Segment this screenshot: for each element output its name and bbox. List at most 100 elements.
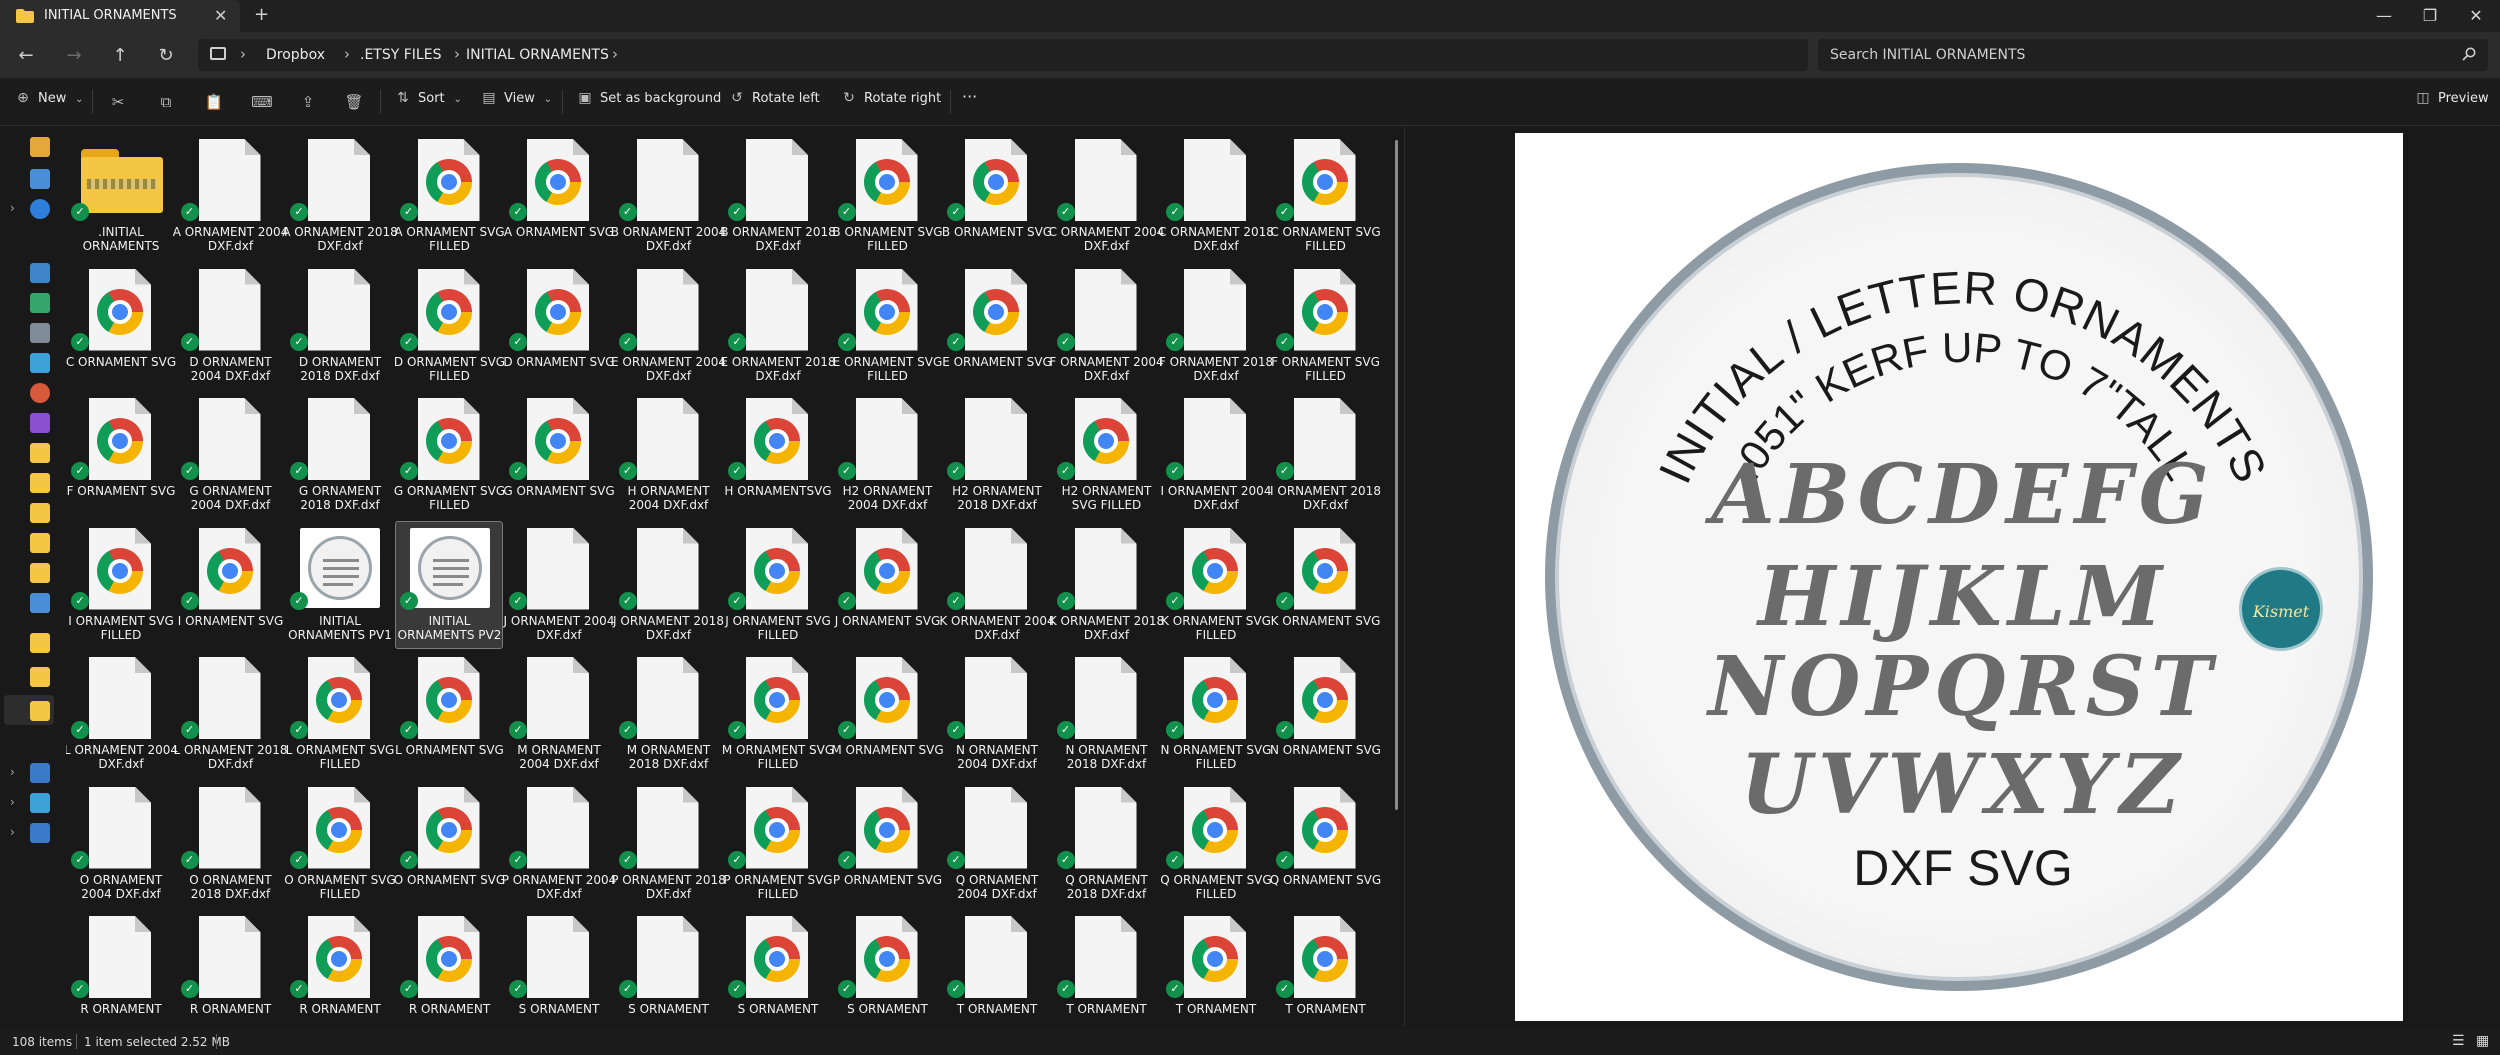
file-item[interactable]: ✓ Q ORNAMENT 2004 DXF.dxf: [942, 780, 1050, 908]
documents-icon[interactable]: [30, 323, 50, 343]
file-item[interactable]: ✓ K ORNAMENT SVG FILLED: [1161, 521, 1271, 649]
rename-icon[interactable]: ⌨: [250, 90, 274, 114]
tiles-view-icon[interactable]: ▦: [2476, 1033, 2489, 1049]
file-item[interactable]: ✓ I ORNAMENT SVG FILLED: [66, 521, 174, 649]
file-item[interactable]: ✓ E ORNAMENT 2004 DXF.dxf: [611, 262, 726, 390]
copy-icon[interactable]: ⧉: [154, 90, 178, 114]
tab-initial-ornaments[interactable]: INITIAL ORNAMENTS ✕: [0, 0, 240, 32]
folder-icon[interactable]: [30, 593, 50, 613]
file-item[interactable]: ✓ C ORNAMENT SVG: [66, 262, 176, 390]
file-item[interactable]: ✓ N ORNAMENT 2004 DXF.dxf: [942, 650, 1050, 778]
breadcrumb-dropbox[interactable]: Dropbox: [266, 47, 325, 63]
file-item[interactable]: ✓ A ORNAMENT 2004 DXF.dxf: [173, 132, 288, 260]
file-item[interactable]: ✓ B ORNAMENT 2004 DXF.dxf: [611, 132, 726, 260]
folder-icon[interactable]: [30, 701, 50, 721]
file-item[interactable]: ✓ O ORNAMENT SVG: [394, 780, 505, 908]
music-icon[interactable]: [30, 383, 50, 403]
folder-icon[interactable]: [30, 633, 50, 653]
file-item[interactable]: ✓ B ORNAMENT SVG FILLED: [832, 132, 943, 260]
videos-icon[interactable]: [30, 413, 50, 433]
chevron-right-icon[interactable]: ›: [10, 825, 15, 839]
folder-icon[interactable]: [30, 563, 50, 583]
rotate-left-button[interactable]: ↺ Rotate left: [728, 90, 820, 114]
file-item[interactable]: ✓ L ORNAMENT 2018 DXF.dxf: [173, 650, 288, 778]
file-item[interactable]: ✓ M ORNAMENT SVG: [831, 650, 944, 778]
file-item[interactable]: ✓ N ORNAMENT SVG: [1270, 650, 1381, 778]
breadcrumb-initial-ornaments[interactable]: INITIAL ORNAMENTS: [466, 47, 609, 63]
pictures-icon[interactable]: [30, 353, 50, 373]
file-item[interactable]: ✓ I ORNAMENT 2004 DXF.dxf: [1161, 391, 1271, 519]
file-item[interactable]: ✓ A ORNAMENT SVG FILLED: [394, 132, 505, 260]
folder-icon[interactable]: [30, 667, 50, 687]
share-icon[interactable]: ⇪: [296, 90, 320, 114]
file-item[interactable]: ✓ A ORNAMENT SVG: [504, 132, 614, 260]
file-item[interactable]: ✓ K ORNAMENT 2018 DXF.dxf: [1049, 521, 1164, 649]
network-icon[interactable]: [30, 823, 50, 843]
dropbox-icon[interactable]: [30, 763, 50, 783]
preview-pane-button[interactable]: ◫ Preview: [2414, 90, 2488, 114]
file-item[interactable]: ✓ INITIAL ORNAMENTS PV2: [394, 520, 503, 649]
file-item[interactable]: ✓ H ORNAMENT 2004 DXF.dxf: [614, 391, 722, 519]
close-tab-icon[interactable]: ✕: [214, 6, 227, 25]
cut-icon[interactable]: ✂: [106, 90, 130, 114]
file-item[interactable]: ✓ R ORNAMENT: [176, 909, 284, 1032]
file-item[interactable]: ✓ L ORNAMENT SVG FILLED: [285, 650, 394, 778]
file-item[interactable]: ✓ D ORNAMENT 2018 DXF.dxf: [285, 262, 393, 390]
file-item[interactable]: ✓ O ORNAMENT 2018 DXF.dxf: [176, 780, 284, 908]
vertical-scrollbar[interactable]: [1395, 140, 1398, 810]
back-arrow-icon[interactable]: ←: [12, 42, 40, 70]
file-item[interactable]: ✓ B ORNAMENT 2018 DXF.dxf: [720, 132, 836, 260]
file-item[interactable]: ✓ T ORNAMENT: [942, 909, 1050, 1032]
folder-icon[interactable]: [30, 443, 50, 463]
refresh-icon[interactable]: ↻: [152, 42, 180, 70]
close-window-button[interactable]: ✕: [2456, 3, 2496, 29]
file-item[interactable]: ✓ G ORNAMENT 2018 DXF.dxf: [285, 391, 393, 519]
file-item[interactable]: ✓ F ORNAMENT SVG FILLED: [1271, 262, 1380, 390]
file-item[interactable]: ✓ R ORNAMENT: [285, 909, 393, 1032]
file-item[interactable]: ✓ J ORNAMENT 2004 DXF.dxf: [504, 521, 614, 649]
paste-icon[interactable]: 📋: [202, 90, 226, 114]
new-tab-button[interactable]: +: [254, 4, 269, 25]
file-item[interactable]: ✓ H2 ORNAMENT 2004 DXF.dxf: [833, 391, 941, 519]
file-item[interactable]: ✓ S ORNAMENT: [504, 909, 612, 1032]
file-item[interactable]: ✓ F ORNAMENT SVG: [66, 391, 175, 519]
file-item[interactable]: ✓ G ORNAMENT 2004 DXF.dxf: [176, 391, 284, 519]
file-item[interactable]: ✓ Q ORNAMENT 2018 DXF.dxf: [1052, 780, 1160, 908]
file-item[interactable]: ✓ N ORNAMENT SVG FILLED: [1161, 650, 1271, 778]
file-item[interactable]: ✓ D ORNAMENT 2004 DXF.dxf: [176, 262, 284, 390]
folder-icon[interactable]: [30, 503, 50, 523]
this-pc-icon[interactable]: [30, 793, 50, 813]
new-button[interactable]: ⊕ New ⌄: [14, 90, 88, 114]
downloads-icon[interactable]: [30, 293, 50, 313]
file-item[interactable]: ✓ P ORNAMENT 2004 DXF.dxf: [502, 780, 616, 908]
delete-icon[interactable]: 🗑: [342, 90, 366, 114]
file-item[interactable]: ✓ R ORNAMENT: [66, 909, 174, 1032]
desktop-icon[interactable]: [30, 263, 50, 283]
file-item[interactable]: ✓ P ORNAMENT 2018 DXF.dxf: [611, 780, 726, 908]
file-item[interactable]: ✓ H2 ORNAMENT SVG FILLED: [1052, 391, 1160, 519]
file-item[interactable]: ✓ Q ORNAMENT SVG FILLED: [1160, 780, 1272, 908]
file-item[interactable]: ✓ O ORNAMENT 2004 DXF.dxf: [66, 780, 174, 908]
view-button[interactable]: ▤ View ⌄: [480, 90, 557, 114]
file-item[interactable]: ✓ K ORNAMENT SVG: [1271, 521, 1380, 649]
forward-arrow-icon[interactable]: →: [60, 42, 88, 70]
search-input[interactable]: Search INITIAL ORNAMENTS: [1818, 39, 2488, 71]
onedrive-icon[interactable]: [30, 199, 50, 219]
up-arrow-icon[interactable]: ↑: [106, 42, 134, 70]
file-item[interactable]: ✓ N ORNAMENT 2018 DXF.dxf: [1052, 650, 1160, 778]
file-item[interactable]: ✓ B ORNAMENT SVG: [942, 132, 1052, 260]
file-item[interactable]: ✓ T ORNAMENT: [1271, 909, 1379, 1032]
file-item[interactable]: ✓ H2 ORNAMENT 2018 DXF.dxf: [942, 391, 1050, 519]
file-item[interactable]: ✓ D ORNAMENT SVG: [503, 262, 615, 390]
minimize-button[interactable]: —: [2364, 3, 2404, 29]
file-item[interactable]: ✓ R ORNAMENT: [395, 909, 503, 1032]
gallery-icon[interactable]: [30, 169, 50, 189]
file-item[interactable]: ✓ C ORNAMENT 2004 DXF.dxf: [1049, 132, 1164, 260]
address-bar[interactable]: › Dropbox › .ETSY FILES › INITIAL ORNAME…: [198, 39, 1808, 71]
file-item[interactable]: ✓ H ORNAMENTSVG: [723, 391, 832, 519]
chevron-right-icon[interactable]: ›: [10, 201, 15, 215]
folder-item[interactable]: ✓ .INITIAL ORNAMENTS: [66, 132, 174, 260]
file-item[interactable]: ✓ E ORNAMENT 2018 DXF.dxf: [721, 262, 835, 390]
file-item[interactable]: ✓ O ORNAMENT SVG FILLED: [284, 780, 396, 908]
file-item[interactable]: ✓ T ORNAMENT: [1052, 909, 1160, 1032]
